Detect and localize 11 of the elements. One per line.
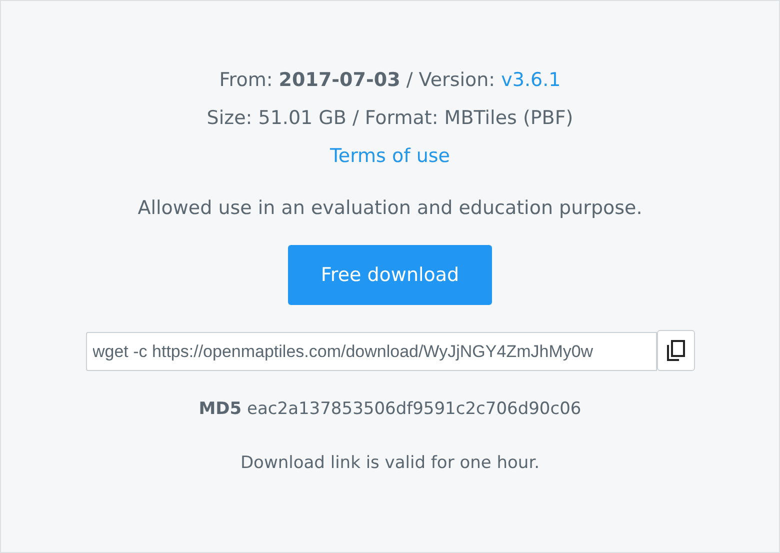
size-format-line: Size: 51.01 GB / Format: MBTiles (PBF) — [206, 106, 574, 131]
md5-checksum: MD5 eac2a137853506df9591c2c706d90c06 — [198, 399, 582, 419]
copy-icon — [666, 340, 686, 362]
terms-link[interactable]: Terms of use — [330, 145, 450, 167]
validity-note: Download link is valid for one hour. — [240, 453, 540, 473]
command-field[interactable]: wget -c https://openmaptiles.com/download/WyJjNGY4ZmJhMy0w — [86, 332, 656, 371]
usage-note: Allowed use in an evaluation and education purpose. — [138, 197, 642, 219]
download-button[interactable]: Free download — [288, 245, 492, 305]
version-link[interactable]: v3.6.1 — [501, 69, 561, 91]
date-version-line: From: 2017-07-03 / Version: v3.6.1 — [219, 68, 561, 93]
copy-button[interactable] — [656, 330, 694, 371]
